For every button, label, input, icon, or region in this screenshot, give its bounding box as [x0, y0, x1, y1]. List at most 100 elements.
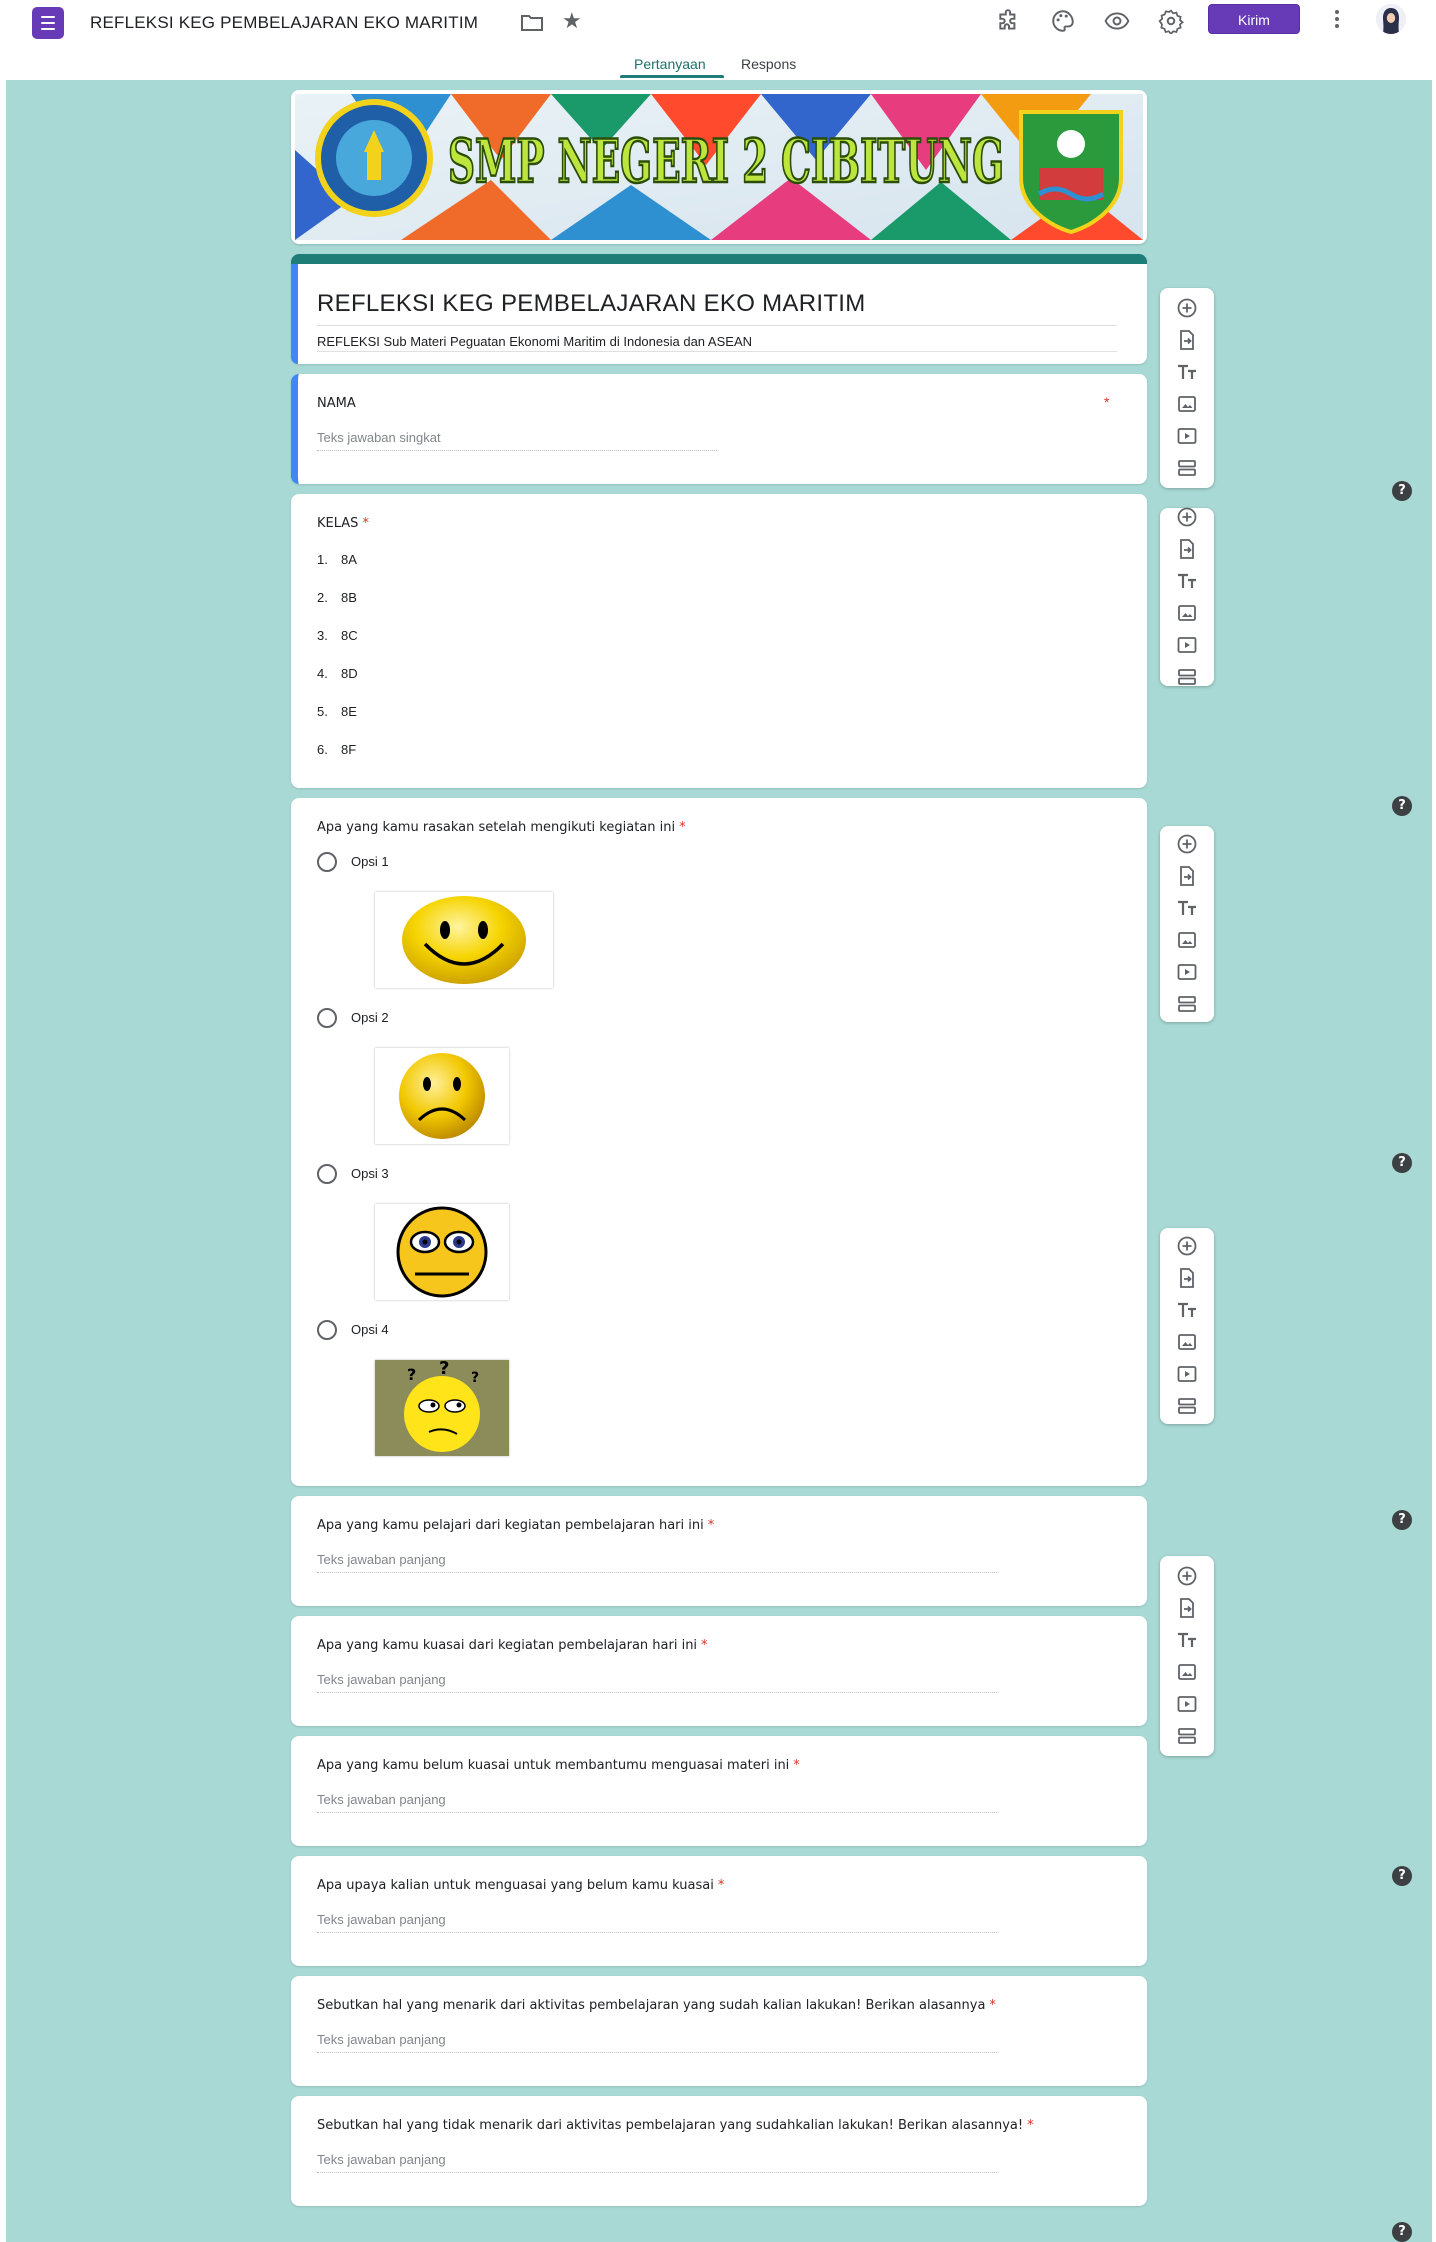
radio-option-3[interactable]	[317, 1164, 337, 1184]
question-title[interactable]: Apa yang kamu kuasai dari kegiatan pembe…	[317, 1638, 708, 1653]
question-card-kelas[interactable]: KELAS * 1. 8A 2. 8B 3. 8C 4. 8D 5. 8E 6. 8F	[291, 494, 1147, 788]
palette-icon[interactable]	[1050, 8, 1076, 34]
help-icon[interactable]: ?	[1392, 796, 1412, 816]
add-section-icon[interactable]	[1175, 665, 1199, 689]
header-banner-image[interactable]: SMP NEGERI 2 CIBITUNG	[291, 90, 1147, 244]
title-underline	[317, 325, 1117, 326]
import-questions-icon[interactable]	[1175, 864, 1199, 888]
list-item[interactable]: 5. 8E	[317, 704, 357, 719]
add-title-icon[interactable]	[1175, 896, 1199, 920]
question-title[interactable]: Apa yang kamu belum kuasai untuk membant…	[317, 1758, 800, 1773]
add-section-icon[interactable]	[1175, 1394, 1199, 1418]
question-title[interactable]: NAMA	[317, 396, 356, 411]
question-title[interactable]: KELAS *	[317, 516, 369, 531]
option-label[interactable]: Opsi 1	[351, 854, 389, 869]
question-card-paragraph[interactable]: Sebutkan hal yang tidak menarik dari akt…	[291, 2096, 1147, 2206]
sad-face-image[interactable]	[375, 1048, 509, 1144]
tab-questions[interactable]: Pertanyaan	[634, 56, 706, 72]
addons-icon[interactable]	[996, 8, 1022, 34]
add-section-icon[interactable]	[1175, 1724, 1199, 1748]
radio-option-4[interactable]	[317, 1320, 337, 1340]
option-label[interactable]: Opsi 3	[351, 1166, 389, 1181]
required-asterisk: *	[1027, 2118, 1034, 2133]
add-section-icon[interactable]	[1175, 456, 1199, 480]
add-title-icon[interactable]	[1175, 1298, 1199, 1322]
radio-option-1[interactable]	[317, 852, 337, 872]
avatar[interactable]	[1376, 4, 1406, 34]
list-item[interactable]: 3. 8C	[317, 628, 358, 643]
import-questions-icon[interactable]	[1175, 1596, 1199, 1620]
add-question-icon[interactable]	[1175, 1234, 1199, 1258]
happy-face-image[interactable]	[375, 892, 553, 988]
add-title-icon[interactable]	[1175, 360, 1199, 384]
form-title-card[interactable]: REFLEKSI KEG PEMBELAJARAN EKO MARITIM RE…	[291, 254, 1147, 364]
active-tab-indicator	[620, 75, 724, 78]
question-title[interactable]: Sebutkan hal yang menarik dari aktivitas…	[317, 1998, 996, 2013]
neutral-face-image[interactable]	[375, 1204, 509, 1300]
add-image-icon[interactable]	[1175, 392, 1199, 416]
form-description[interactable]: REFLEKSI Sub Materi Peguatan Ekonomi Mar…	[317, 334, 752, 349]
help-icon[interactable]: ?	[1392, 1510, 1412, 1530]
question-title[interactable]: Apa yang kamu pelajari dari kegiatan pem…	[317, 1518, 714, 1533]
question-title[interactable]: Apa yang kamu rasakan setelah mengikuti …	[317, 820, 686, 835]
add-question-icon[interactable]	[1175, 296, 1199, 320]
import-questions-icon[interactable]	[1175, 1266, 1199, 1290]
help-icon[interactable]: ?	[1392, 1153, 1412, 1173]
option-label[interactable]: Opsi 2	[351, 1010, 389, 1025]
answer-underline	[317, 1932, 997, 1933]
add-image-icon[interactable]	[1175, 1330, 1199, 1354]
add-title-icon[interactable]	[1175, 1628, 1199, 1652]
document-title[interactable]: REFLEKSI KEG PEMBELAJARAN EKO MARITIM	[90, 13, 478, 33]
banner-school-name: SMP NEGERI 2 CIBITUNG	[448, 127, 1004, 197]
add-question-icon[interactable]	[1175, 1564, 1199, 1588]
floating-toolbar	[1160, 1556, 1214, 1756]
question-card-paragraph[interactable]: Apa yang kamu kuasai dari kegiatan pembe…	[291, 1616, 1147, 1726]
settings-icon[interactable]	[1158, 8, 1184, 34]
help-icon[interactable]: ?	[1392, 481, 1412, 501]
import-questions-icon[interactable]	[1175, 537, 1199, 561]
add-video-icon[interactable]	[1175, 633, 1199, 657]
help-icon[interactable]: ?	[1392, 2222, 1412, 2242]
question-title[interactable]: Apa upaya kalian untuk menguasai yang be…	[317, 1878, 724, 1893]
add-question-icon[interactable]	[1175, 505, 1199, 529]
star-icon[interactable]: ★	[562, 10, 582, 32]
tab-responses[interactable]: Respons	[741, 56, 796, 72]
folder-icon[interactable]	[520, 13, 544, 33]
import-questions-icon[interactable]	[1175, 328, 1199, 352]
answer-underline	[317, 2052, 997, 2053]
preview-icon[interactable]	[1104, 8, 1130, 34]
add-image-icon[interactable]	[1175, 601, 1199, 625]
question-card-perasaan[interactable]: Apa yang kamu rasakan setelah mengikuti …	[291, 798, 1147, 1486]
help-icon[interactable]: ?	[1392, 1866, 1412, 1886]
list-item[interactable]: 2. 8B	[317, 590, 357, 605]
question-card-paragraph[interactable]: Apa yang kamu pelajari dari kegiatan pem…	[291, 1496, 1147, 1606]
add-question-icon[interactable]	[1175, 832, 1199, 856]
question-card-paragraph[interactable]: Sebutkan hal yang menarik dari aktivitas…	[291, 1976, 1147, 2086]
question-card-paragraph[interactable]: Apa yang kamu belum kuasai untuk membant…	[291, 1736, 1147, 1846]
add-image-icon[interactable]	[1175, 1660, 1199, 1684]
answer-underline	[317, 1692, 997, 1693]
add-section-icon[interactable]	[1175, 992, 1199, 1016]
add-image-icon[interactable]	[1175, 928, 1199, 952]
long-answer-placeholder: Teks jawaban panjang	[317, 2152, 446, 2167]
list-item[interactable]: 4. 8D	[317, 666, 358, 681]
question-title[interactable]: Sebutkan hal yang tidak menarik dari akt…	[317, 2118, 1034, 2133]
add-video-icon[interactable]	[1175, 1362, 1199, 1386]
list-item[interactable]: 6. 8F	[317, 742, 356, 757]
question-card-paragraph[interactable]: Apa upaya kalian untuk menguasai yang be…	[291, 1856, 1147, 1966]
add-video-icon[interactable]	[1175, 960, 1199, 984]
add-video-icon[interactable]	[1175, 1692, 1199, 1716]
more-icon[interactable]	[1334, 10, 1340, 30]
add-video-icon[interactable]	[1175, 424, 1199, 448]
form-title[interactable]: REFLEKSI KEG PEMBELAJARAN EKO MARITIM	[317, 290, 866, 318]
editor-tabs: Pertanyaan Respons	[0, 50, 1436, 80]
question-card-nama[interactable]: NAMA * Teks jawaban singkat	[291, 374, 1147, 484]
list-item[interactable]: 1. 8A	[317, 552, 357, 567]
send-button[interactable]: Kirim	[1208, 4, 1300, 34]
long-answer-placeholder: Teks jawaban panjang	[317, 1672, 446, 1687]
radio-option-2[interactable]	[317, 1008, 337, 1028]
add-title-icon[interactable]	[1175, 569, 1199, 593]
option-label[interactable]: Opsi 4	[351, 1322, 389, 1337]
confused-face-image[interactable]: ? ? ?	[375, 1358, 509, 1456]
forms-app-icon[interactable]	[32, 7, 64, 39]
